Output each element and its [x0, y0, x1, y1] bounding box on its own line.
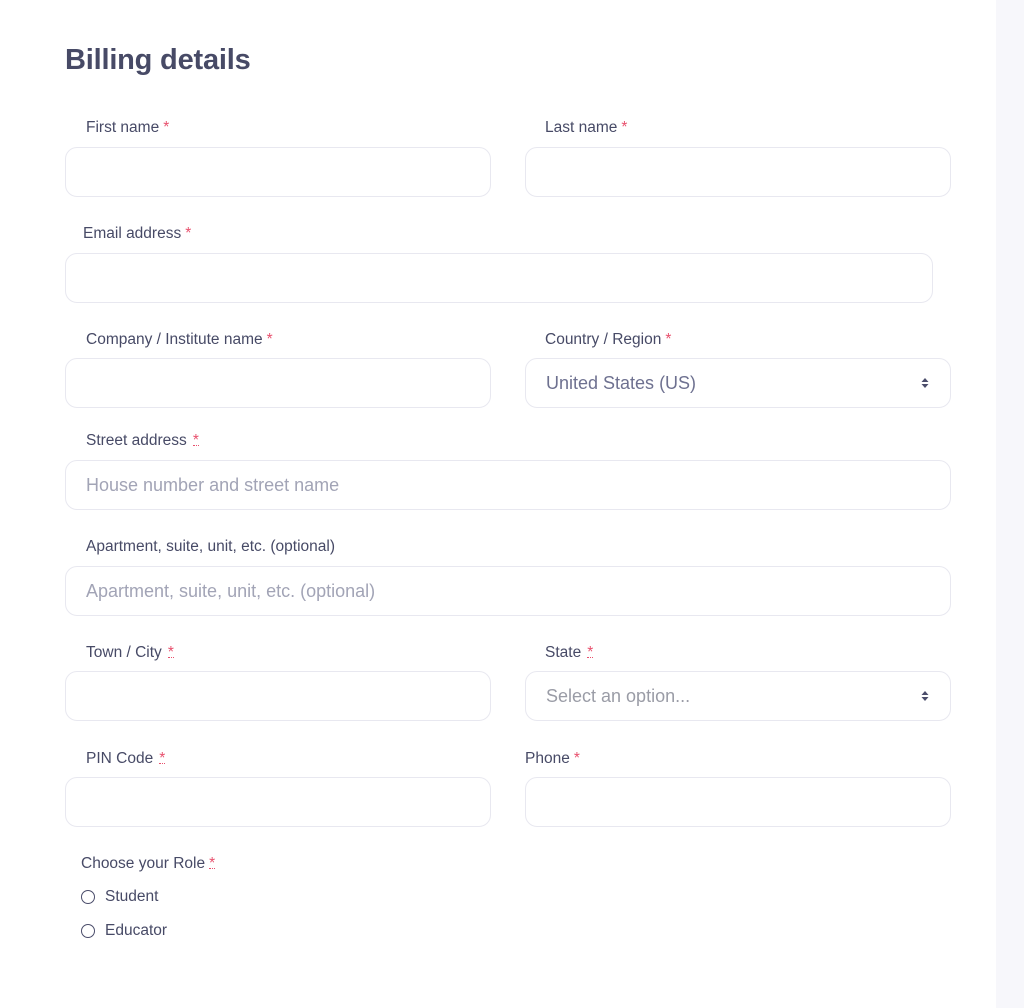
- street-label-text: Street address: [86, 432, 187, 449]
- page-title: Billing details: [65, 44, 251, 76]
- phone-field[interactable]: [525, 777, 951, 827]
- apartment-field[interactable]: [65, 566, 951, 616]
- phone-label: Phone *: [525, 750, 580, 768]
- email-field[interactable]: [65, 253, 933, 303]
- country-selected-value: United States (US): [546, 373, 697, 393]
- pin-label: PIN Code *: [86, 750, 166, 768]
- radio-label: Student: [105, 888, 159, 905]
- company-label-text: Company / Institute name: [86, 331, 263, 348]
- last-name-input[interactable]: [526, 148, 950, 196]
- required-mark: *: [192, 432, 199, 449]
- email-label: Email address *: [83, 225, 191, 243]
- phone-label-text: Phone: [525, 750, 570, 767]
- city-input[interactable]: [66, 672, 490, 720]
- email-label-text: Email address: [83, 225, 182, 242]
- street-input[interactable]: [66, 461, 950, 509]
- select-arrows-icon: [921, 378, 929, 388]
- last-name-field[interactable]: [525, 147, 951, 197]
- apartment-input[interactable]: [66, 567, 950, 615]
- required-mark: *: [163, 119, 170, 136]
- first-name-input[interactable]: [66, 148, 490, 196]
- required-mark: *: [587, 644, 594, 661]
- state-label: State *: [545, 644, 594, 662]
- role-option-student[interactable]: Student: [81, 888, 158, 906]
- first-name-field[interactable]: [65, 147, 491, 197]
- role-option-educator[interactable]: Educator: [81, 922, 167, 940]
- phone-input[interactable]: [526, 778, 950, 826]
- last-name-label: Last name *: [545, 119, 627, 137]
- required-mark: *: [266, 331, 273, 348]
- apartment-label: Apartment, suite, unit, etc. (optional): [86, 538, 335, 555]
- street-field[interactable]: [65, 460, 951, 510]
- last-name-label-text: Last name: [545, 119, 618, 136]
- radio-button[interactable]: [81, 924, 95, 938]
- role-label: Choose your Role *: [81, 855, 216, 873]
- required-mark: *: [185, 225, 192, 242]
- street-label: Street address *: [86, 432, 199, 450]
- company-input[interactable]: [66, 359, 490, 407]
- country-label: Country / Region *: [545, 331, 671, 349]
- company-label: Company / Institute name *: [86, 331, 273, 349]
- pin-field[interactable]: [65, 777, 491, 827]
- country-select[interactable]: United States (US): [525, 358, 951, 408]
- state-select[interactable]: Select an option...: [525, 671, 951, 721]
- select-arrows-icon: [921, 691, 929, 701]
- first-name-label-text: First name: [86, 119, 160, 136]
- role-label-text: Choose your Role: [81, 855, 206, 872]
- pin-label-text: PIN Code: [86, 750, 154, 767]
- first-name-label: First name *: [86, 119, 169, 137]
- state-placeholder: Select an option...: [546, 686, 691, 706]
- city-label: Town / City *: [86, 644, 174, 662]
- email-input[interactable]: [66, 254, 932, 302]
- state-label-text: State: [545, 644, 582, 661]
- city-field[interactable]: [65, 671, 491, 721]
- company-field[interactable]: [65, 358, 491, 408]
- required-mark: *: [573, 750, 580, 767]
- required-mark: *: [621, 119, 628, 136]
- country-label-text: Country / Region: [545, 331, 662, 348]
- side-panel: [996, 0, 1024, 1008]
- city-label-text: Town / City: [86, 644, 162, 661]
- pin-input[interactable]: [66, 778, 490, 826]
- required-mark: *: [209, 855, 216, 872]
- required-mark: *: [167, 644, 174, 661]
- radio-label: Educator: [105, 922, 168, 939]
- radio-button[interactable]: [81, 890, 95, 904]
- required-mark: *: [665, 331, 672, 348]
- required-mark: *: [159, 750, 166, 767]
